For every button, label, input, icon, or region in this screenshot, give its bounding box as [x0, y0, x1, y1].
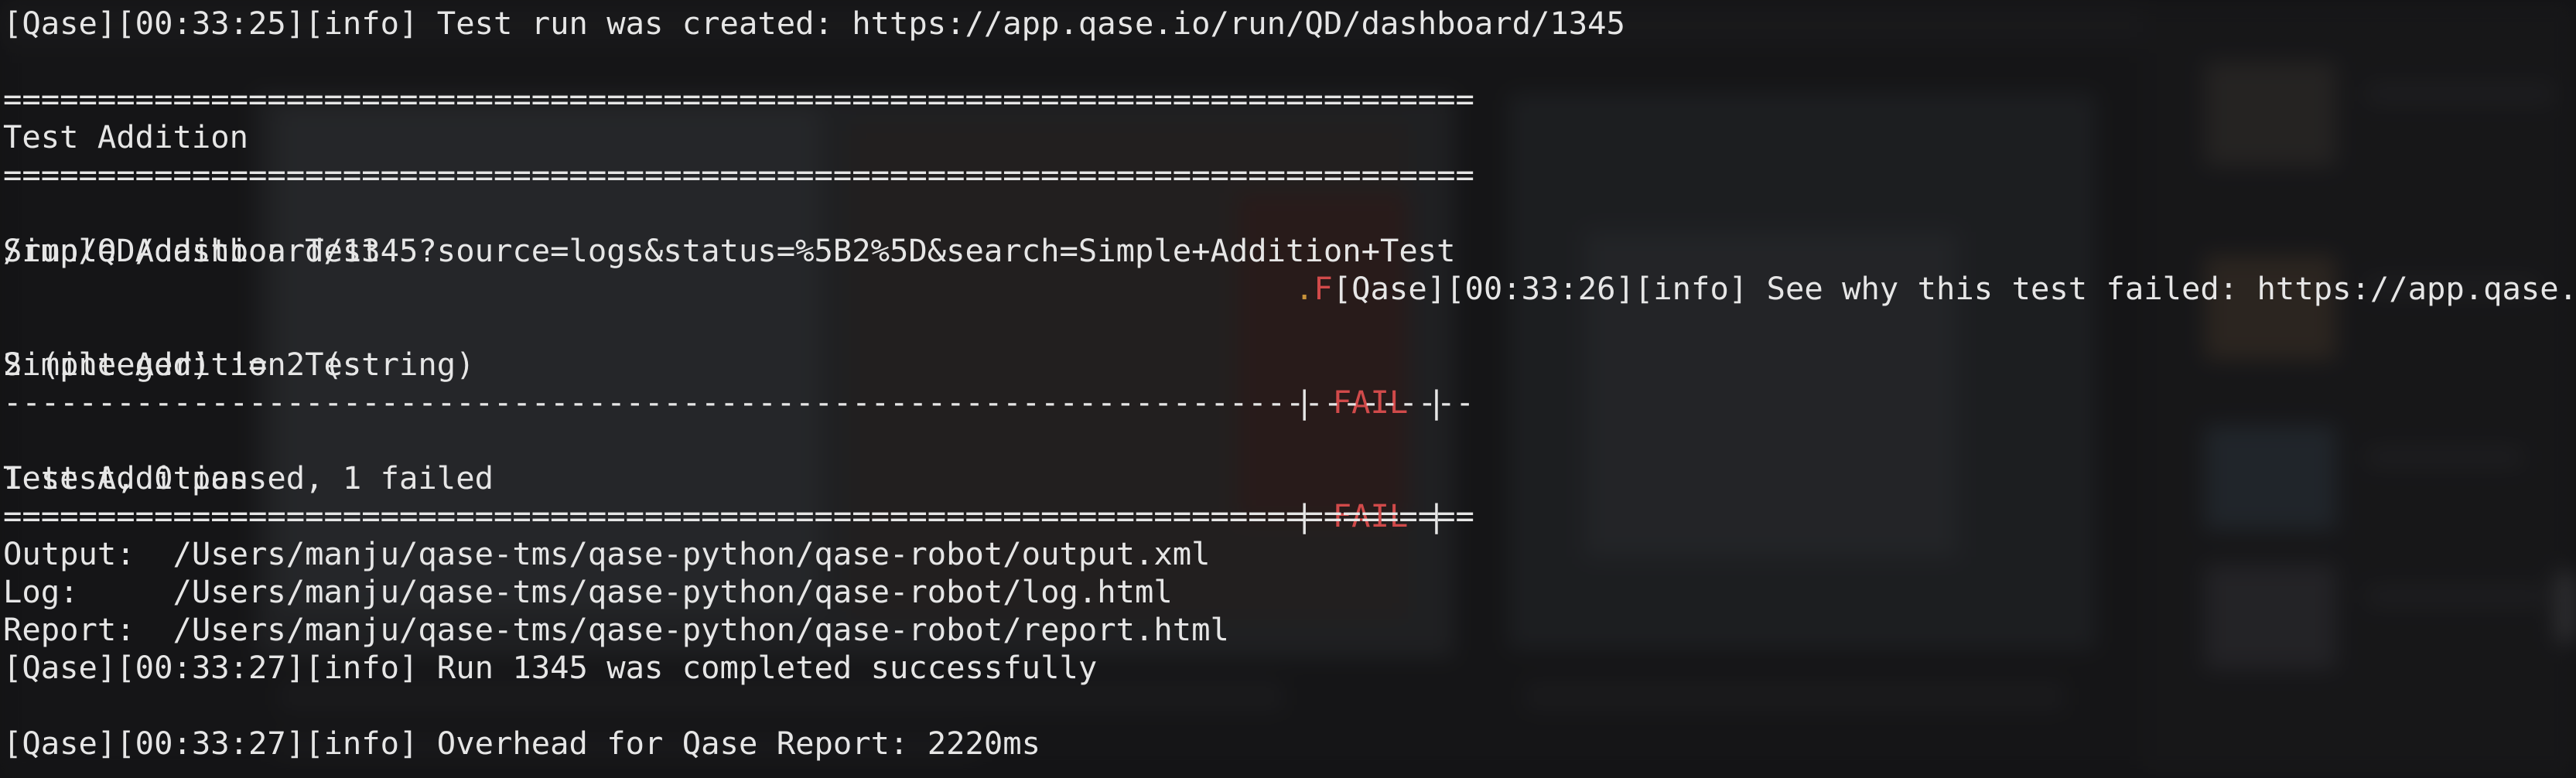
- progress-marker: .F[Qase][00:33:26][info] See why this te…: [1295, 270, 2576, 308]
- output-file-path: Output: /Users/manju/qase-tms/qase-pytho…: [3, 535, 1211, 572]
- suite-summary: 1 test, 0 passed, 1 failed: [3, 459, 494, 496]
- terminal-output[interactable]: [Qase][00:33:25][info] Test run was crea…: [3, 0, 2576, 778]
- log-run-created: [Qase][00:33:25][info] Test run was crea…: [3, 5, 1625, 42]
- failed-test-link[interactable]: /run/QD/dashboard/1345?source=logs&statu…: [3, 232, 1456, 270]
- failure-message: 2 (integer) != 2 (string): [3, 346, 475, 383]
- separator-double: ========================================…: [3, 80, 1474, 118]
- log-see-why-failed: [Qase][00:33:26][info] See why this test…: [1332, 270, 2576, 307]
- separator-double: ========================================…: [3, 497, 1474, 534]
- separator-double: ========================================…: [3, 156, 1474, 193]
- progress-dot: .: [1295, 270, 1314, 307]
- log-overhead: [Qase][00:33:27][info] Overhead for Qase…: [3, 725, 1041, 762]
- test-progress-line: Simple Addition Test .F[Qase][00:33:26][…: [3, 194, 2576, 307]
- log-file-path: Log: /Users/manju/qase-tms/qase-python/q…: [3, 573, 1173, 610]
- report-file-path: Report: /Users/manju/qase-tms/qase-pytho…: [3, 611, 1229, 648]
- progress-fail-char: F: [1314, 270, 1333, 307]
- log-run-completed: [Qase][00:33:27][info] Run 1345 was comp…: [3, 649, 1098, 686]
- separator-single: ----------------------------------------…: [3, 384, 1474, 421]
- suite-title: Test Addition: [3, 118, 248, 155]
- suite-result-line: Test Addition | FAIL |: [3, 421, 2576, 534]
- test-result-line: Simple Addition Test | FAIL |: [3, 308, 2576, 421]
